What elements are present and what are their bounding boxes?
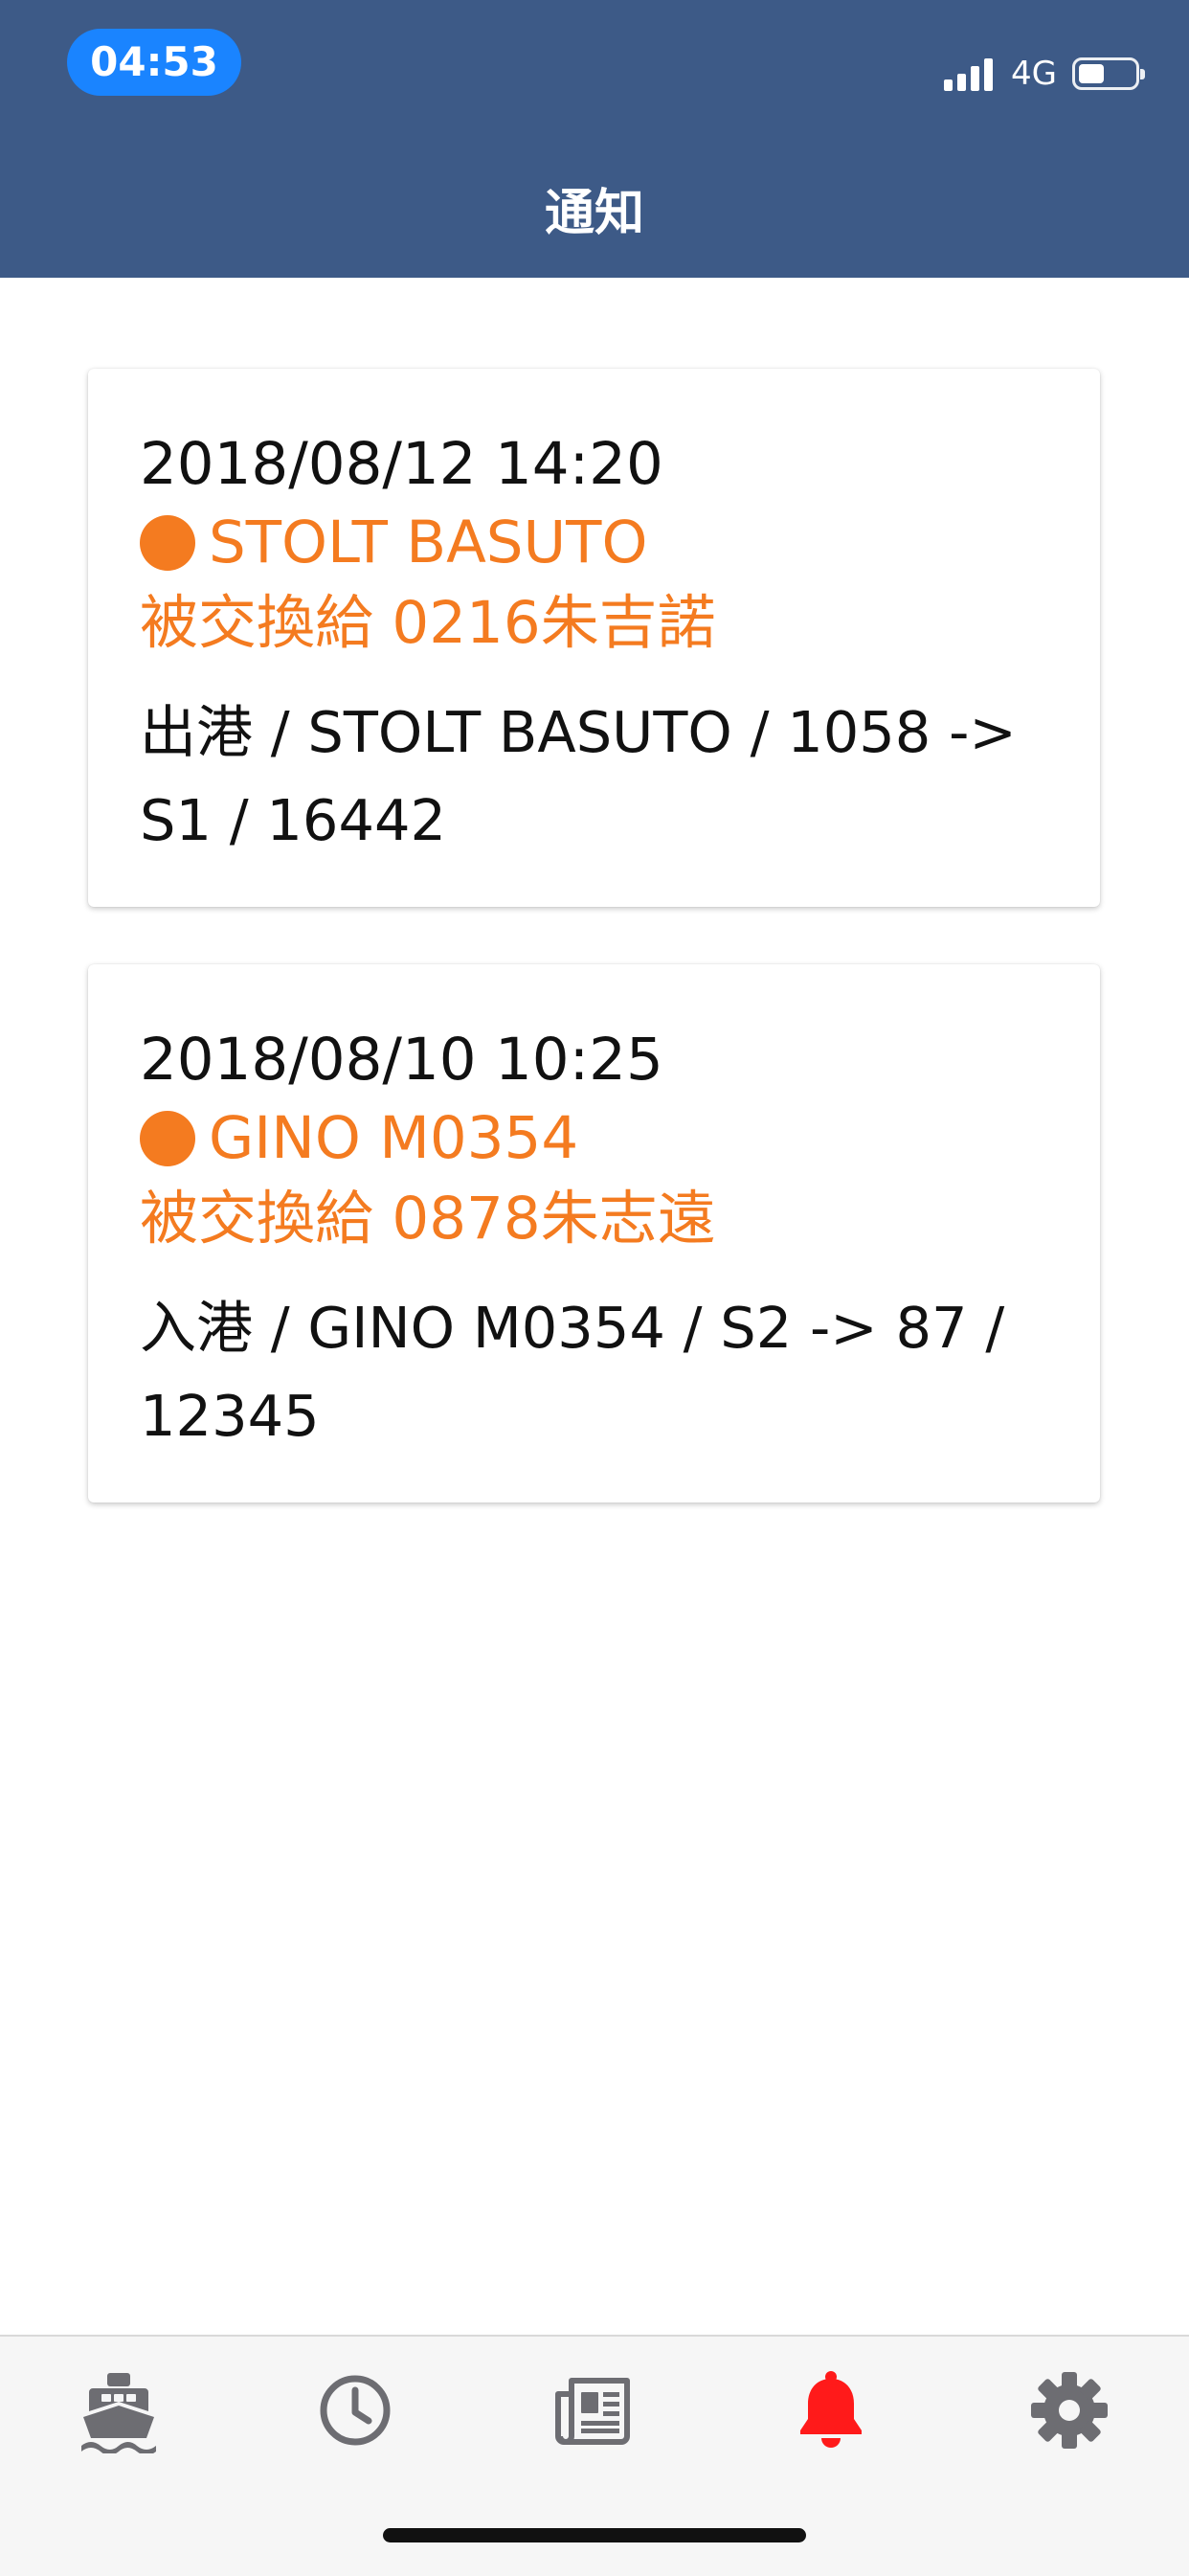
notification-detail: 出港 / STOLT BASUTO / 1058 -> S1 / 16442 — [140, 699, 1017, 853]
notification-detail: 入港 / GINO M0354 / S2 -> 87 / 12345 — [140, 1295, 1005, 1449]
notification-ship-name: STOLT BASUTO — [209, 508, 648, 576]
newspaper-icon — [555, 2378, 630, 2445]
notification-datetime: 2018/08/10 10:25 — [140, 1026, 663, 1094]
notification-card[interactable]: 2018/08/12 14:20 STOLT BASUTO 被交換給 0216朱… — [88, 369, 1100, 907]
tab-ships[interactable] — [76, 2367, 162, 2455]
status-time: 04:53 — [67, 29, 241, 96]
page-title: 通知 — [544, 185, 644, 242]
app-header: 04:53 4G 通知 — [0, 0, 1189, 278]
status-dot-icon — [140, 1111, 195, 1166]
signal-icon — [944, 56, 998, 91]
notification-transfer: 被交換給 0878朱志遠 — [140, 1185, 716, 1253]
network-label: 4G — [1011, 55, 1057, 93]
notification-card[interactable]: 2018/08/10 10:25 GINO M0354 被交換給 0878朱志遠… — [88, 964, 1100, 1503]
notification-ship-row: STOLT BASUTO — [140, 503, 1062, 583]
notification-transfer: 被交換給 0216朱吉諾 — [140, 589, 716, 657]
bell-icon — [800, 2371, 862, 2448]
tab-history[interactable] — [312, 2367, 398, 2453]
clock-icon — [320, 2375, 391, 2446]
gear-icon — [1031, 2372, 1108, 2449]
battery-icon — [1072, 57, 1145, 90]
notification-datetime: 2018/08/12 14:20 — [140, 430, 663, 498]
home-indicator[interactable] — [383, 2528, 806, 2542]
tab-notifications[interactable] — [788, 2367, 874, 2453]
notification-ship-name: GINO M0354 — [209, 1104, 579, 1172]
tab-news[interactable] — [550, 2367, 637, 2453]
status-indicators: 4G — [944, 53, 1145, 95]
tab-settings[interactable] — [1026, 2367, 1112, 2453]
ship-icon — [81, 2373, 156, 2455]
notification-ship-row: GINO M0354 — [140, 1098, 1062, 1179]
status-dot-icon — [140, 515, 195, 571]
